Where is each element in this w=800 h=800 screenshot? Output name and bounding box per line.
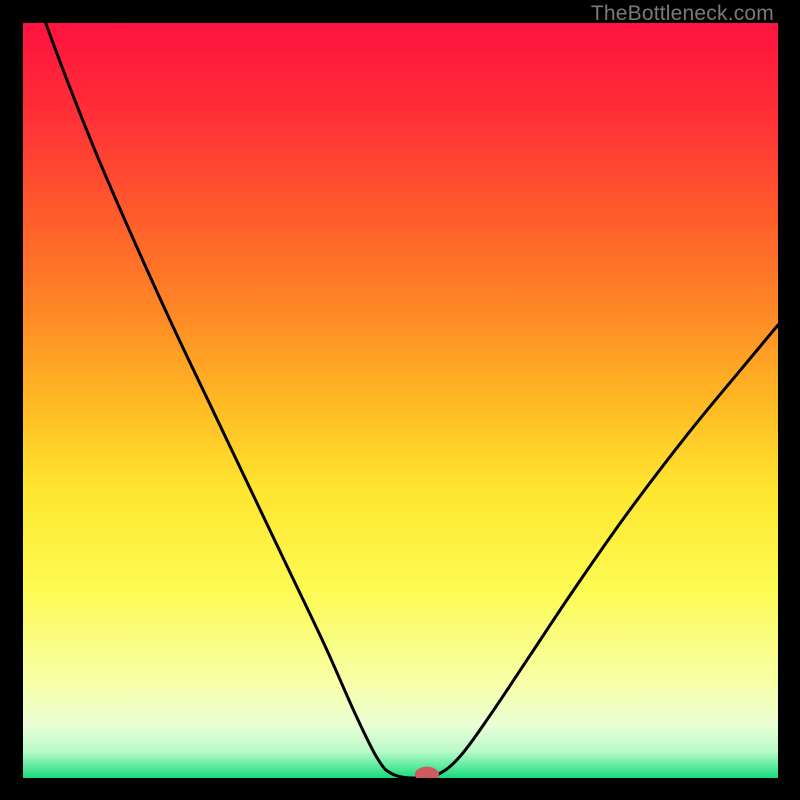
bottleneck-chart <box>23 23 778 778</box>
chart-frame <box>23 23 778 778</box>
chart-background <box>23 23 778 778</box>
